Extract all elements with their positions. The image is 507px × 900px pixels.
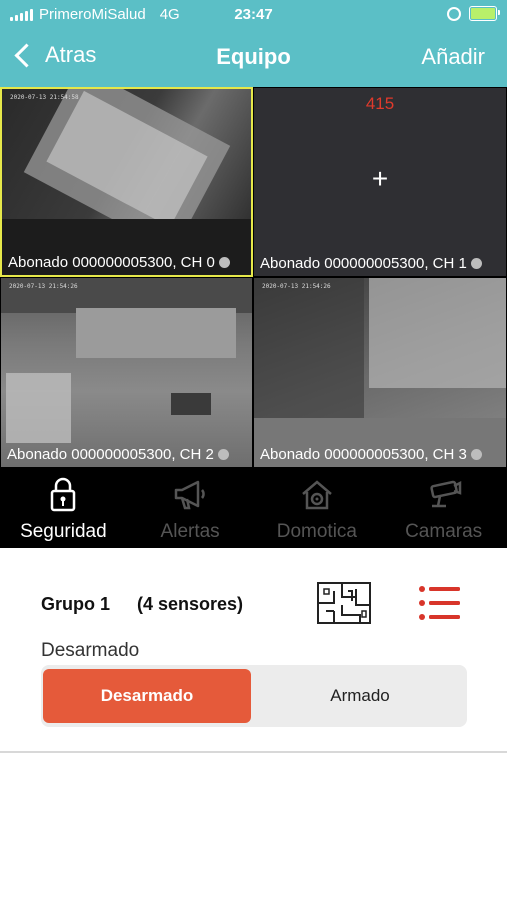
- camera-name: Abonado 000000005300, CH 1: [260, 255, 467, 272]
- divider: [0, 751, 507, 753]
- camera-name: Abonado 000000005300, CH 0: [8, 254, 215, 271]
- camera-number: 415: [365, 94, 395, 113]
- tab-bar: Seguridad Alertas Domotica Camaras: [0, 468, 507, 548]
- camera-timestamp: 2020-07-13 21:54:58: [10, 94, 79, 101]
- camera-label: Abonado 000000005300, CH 1: [260, 255, 482, 272]
- status-bar: PrimeroMiSalud 4G 23:47: [0, 0, 507, 30]
- status-dot-icon: [470, 449, 482, 460]
- status-dot-icon: [218, 257, 230, 268]
- arm-status-text: Desarmado: [41, 640, 140, 661]
- clock: 23:47: [234, 6, 273, 23]
- tab-label: Seguridad: [20, 521, 107, 542]
- navigation-bar: Atras Equipo Añadir: [0, 36, 507, 80]
- camera-grid: 2020-07-13 21:54:58 Abonado 000000005300…: [0, 87, 507, 468]
- tab-seguridad[interactable]: Seguridad: [0, 468, 127, 548]
- lock-icon: [51, 477, 76, 512]
- camera-label: Abonado 000000005300, CH 0: [8, 254, 230, 271]
- camera-label: Abonado 000000005300, CH 2: [7, 446, 229, 463]
- tab-alertas[interactable]: Alertas: [127, 468, 254, 548]
- camera-tile-ch3[interactable]: 2020-07-13 21:54:26 Abonado 000000005300…: [253, 277, 507, 468]
- sensor-count: (4 sensores): [137, 594, 244, 614]
- camera-name: Abonado 000000005300, CH 2: [7, 446, 214, 463]
- arm-mode-segmented-control: Desarmado Armado: [41, 665, 467, 727]
- group-name: Grupo 1: [41, 594, 111, 614]
- tab-label: Alertas: [160, 521, 220, 542]
- camera-tile-ch0[interactable]: 2020-07-13 21:54:58 Abonado 000000005300…: [0, 87, 253, 277]
- tab-label: Camaras: [405, 521, 483, 542]
- arm-button[interactable]: Armado: [256, 669, 464, 723]
- smart-home-icon: [302, 480, 332, 510]
- camera-timestamp: 2020-07-13 21:54:26: [262, 283, 331, 290]
- tab-label: Domotica: [276, 521, 357, 542]
- security-panel: Grupo 1 (4 sensores) Desarmado Desarmado…: [0, 548, 507, 753]
- app-header: PrimeroMiSalud 4G 23:47 Atras Equipo Aña…: [0, 0, 507, 87]
- tab-camaras[interactable]: Camaras: [380, 468, 507, 548]
- battery-icon: [469, 6, 500, 21]
- megaphone-icon: [174, 480, 205, 510]
- camera-feed: [254, 278, 506, 467]
- floor-plan-icon[interactable]: [316, 581, 372, 625]
- tab-domotica[interactable]: Domotica: [254, 468, 381, 548]
- camera-feed: [1, 278, 252, 467]
- rotation-lock-icon: [447, 6, 461, 21]
- camera-name: Abonado 000000005300, CH 3: [260, 446, 467, 463]
- camera-feed: [2, 89, 251, 275]
- camera-icon: [429, 480, 461, 508]
- camera-label: Abonado 000000005300, CH 3: [260, 446, 482, 463]
- status-right: [447, 6, 500, 21]
- status-dot-icon: [470, 258, 482, 269]
- disarm-button[interactable]: Desarmado: [43, 669, 251, 723]
- add-camera-icon[interactable]: +: [254, 163, 506, 195]
- camera-timestamp: 2020-07-13 21:54:26: [9, 283, 78, 290]
- list-icon[interactable]: [418, 584, 460, 622]
- status-dot-icon: [217, 449, 229, 460]
- camera-tile-ch1[interactable]: 415 + Abonado 000000005300, CH 1: [253, 87, 507, 277]
- camera-tile-ch2[interactable]: 2020-07-13 21:54:26 Abonado 000000005300…: [0, 277, 253, 468]
- add-button[interactable]: Añadir: [421, 44, 485, 70]
